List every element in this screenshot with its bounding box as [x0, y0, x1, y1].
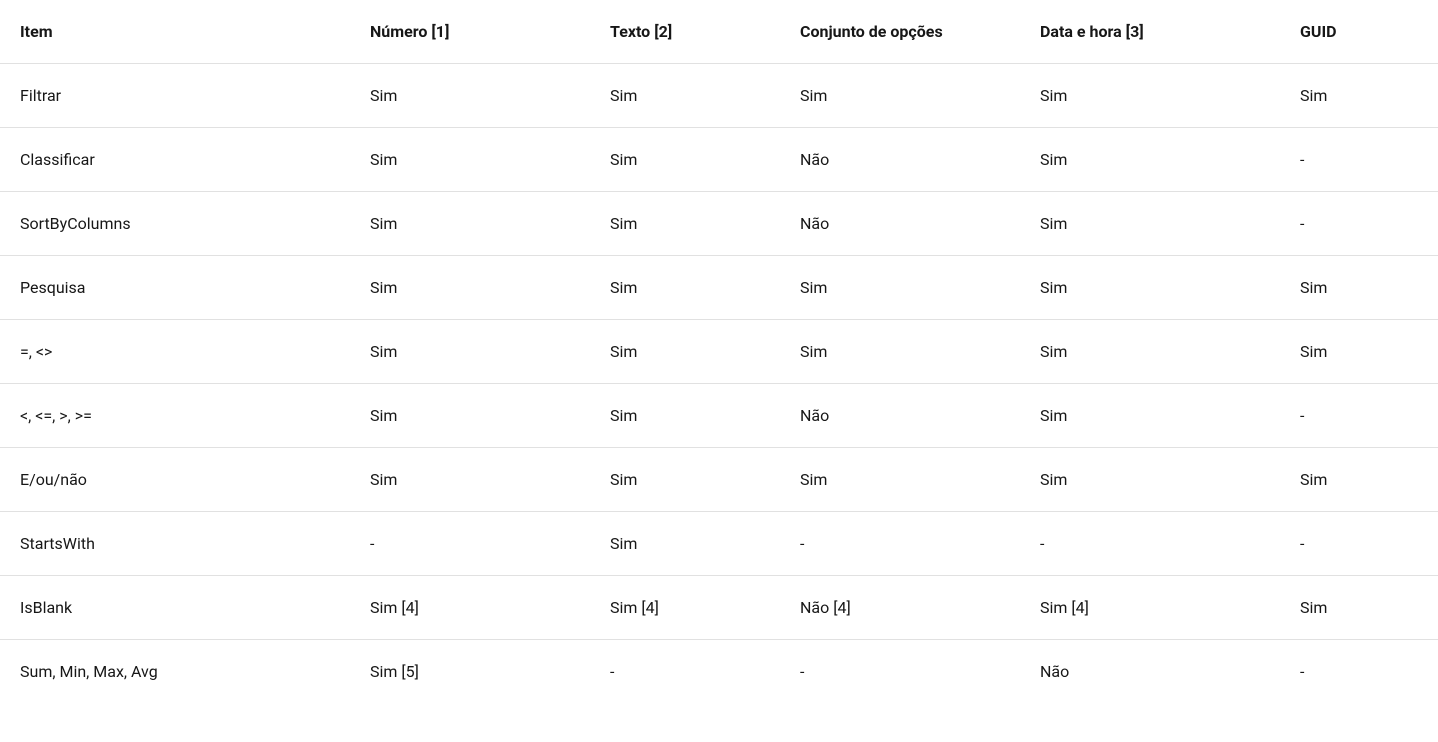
table-row: Classificar Sim Sim Não Sim -: [0, 128, 1438, 192]
cell-opcoes: Não: [780, 384, 1020, 448]
cell-numero: Sim: [350, 128, 590, 192]
table-row: Pesquisa Sim Sim Sim Sim Sim: [0, 256, 1438, 320]
cell-numero: Sim: [350, 320, 590, 384]
cell-numero: Sim: [350, 64, 590, 128]
cell-texto: Sim: [590, 512, 780, 576]
table-body: Filtrar Sim Sim Sim Sim Sim Classificar …: [0, 64, 1438, 704]
cell-guid: Sim: [1280, 576, 1438, 640]
cell-numero: Sim: [350, 448, 590, 512]
cell-numero: Sim: [350, 256, 590, 320]
cell-datahora: Sim: [1020, 448, 1280, 512]
cell-opcoes: Não [4]: [780, 576, 1020, 640]
cell-texto: Sim: [590, 128, 780, 192]
cell-datahora: Sim: [1020, 320, 1280, 384]
cell-guid: -: [1280, 128, 1438, 192]
cell-guid: Sim: [1280, 320, 1438, 384]
cell-opcoes: -: [780, 512, 1020, 576]
cell-guid: -: [1280, 640, 1438, 704]
cell-opcoes: Sim: [780, 256, 1020, 320]
header-datahora: Data e hora [3]: [1020, 0, 1280, 64]
table-row: Sum, Min, Max, Avg Sim [5] - - Não -: [0, 640, 1438, 704]
cell-texto: Sim: [590, 384, 780, 448]
cell-opcoes: Sim: [780, 448, 1020, 512]
cell-guid: -: [1280, 384, 1438, 448]
table-row: SortByColumns Sim Sim Não Sim -: [0, 192, 1438, 256]
cell-datahora: Sim: [1020, 64, 1280, 128]
cell-numero: Sim [4]: [350, 576, 590, 640]
cell-texto: Sim [4]: [590, 576, 780, 640]
header-item: Item: [0, 0, 350, 64]
table-row: Filtrar Sim Sim Sim Sim Sim: [0, 64, 1438, 128]
cell-numero: Sim: [350, 192, 590, 256]
cell-item: Filtrar: [0, 64, 350, 128]
cell-opcoes: Sim: [780, 64, 1020, 128]
cell-datahora: Sim: [1020, 128, 1280, 192]
header-opcoes: Conjunto de opções: [780, 0, 1020, 64]
cell-guid: -: [1280, 512, 1438, 576]
cell-opcoes: Não: [780, 128, 1020, 192]
cell-item: <, <=, >, >=: [0, 384, 350, 448]
cell-item: Pesquisa: [0, 256, 350, 320]
cell-texto: Sim: [590, 192, 780, 256]
cell-texto: Sim: [590, 320, 780, 384]
cell-numero: Sim: [350, 384, 590, 448]
cell-datahora: Sim: [1020, 256, 1280, 320]
table-row: E/ou/não Sim Sim Sim Sim Sim: [0, 448, 1438, 512]
cell-item: StartsWith: [0, 512, 350, 576]
table-row: <, <=, >, >= Sim Sim Não Sim -: [0, 384, 1438, 448]
cell-item: Sum, Min, Max, Avg: [0, 640, 350, 704]
cell-guid: Sim: [1280, 256, 1438, 320]
header-texto: Texto [2]: [590, 0, 780, 64]
cell-numero: -: [350, 512, 590, 576]
cell-datahora: Sim: [1020, 192, 1280, 256]
cell-datahora: Sim [4]: [1020, 576, 1280, 640]
cell-texto: -: [590, 640, 780, 704]
header-guid: GUID: [1280, 0, 1438, 64]
cell-guid: Sim: [1280, 448, 1438, 512]
cell-texto: Sim: [590, 448, 780, 512]
cell-datahora: Não: [1020, 640, 1280, 704]
cell-guid: -: [1280, 192, 1438, 256]
cell-opcoes: Não: [780, 192, 1020, 256]
cell-item: =, <>: [0, 320, 350, 384]
cell-item: Classificar: [0, 128, 350, 192]
capability-table: Item Número [1] Texto [2] Conjunto de op…: [0, 0, 1438, 703]
table-row: IsBlank Sim [4] Sim [4] Não [4] Sim [4] …: [0, 576, 1438, 640]
cell-datahora: -: [1020, 512, 1280, 576]
cell-guid: Sim: [1280, 64, 1438, 128]
cell-opcoes: -: [780, 640, 1020, 704]
table-row: =, <> Sim Sim Sim Sim Sim: [0, 320, 1438, 384]
table-header: Item Número [1] Texto [2] Conjunto de op…: [0, 0, 1438, 64]
header-numero: Número [1]: [350, 0, 590, 64]
cell-opcoes: Sim: [780, 320, 1020, 384]
cell-item: IsBlank: [0, 576, 350, 640]
cell-item: E/ou/não: [0, 448, 350, 512]
cell-texto: Sim: [590, 256, 780, 320]
cell-datahora: Sim: [1020, 384, 1280, 448]
cell-texto: Sim: [590, 64, 780, 128]
cell-item: SortByColumns: [0, 192, 350, 256]
table-row: StartsWith - Sim - - -: [0, 512, 1438, 576]
cell-numero: Sim [5]: [350, 640, 590, 704]
